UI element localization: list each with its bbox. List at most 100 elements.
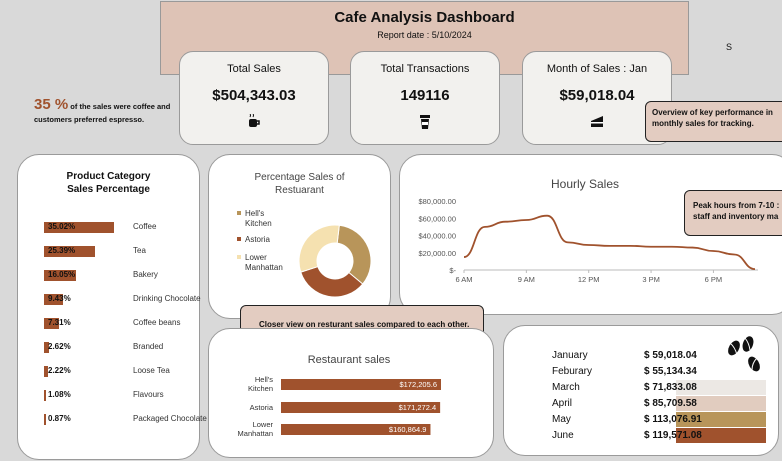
month-value: $ 55,134.34 [644,366,697,377]
category-percent: 7.31% [48,318,71,327]
category-row: 2.62% Branded [44,341,214,355]
category-label: Coffee [133,222,157,231]
restaurant-bar-chart: $172,205.6 Hell's Kitchen $171,272.4 Astoria… [238,375,441,438]
category-row: 0.87% Packaged Chocolate [44,413,214,427]
category-panel-title: Product Category Sales Percentage [66,171,151,195]
x-tick-label: 6 AM [455,275,472,284]
category-label: Loose Tea [133,366,170,375]
monthly-panel: January $ 59,018.04 Feburary $ 55,134.34 Mar… [503,325,779,456]
bean [748,356,760,372]
category-label: Drinking Chocolate [133,294,201,303]
donut-panel: Percentage Sales of Restuarant Hell's Ki… [208,154,391,319]
category-bar [44,390,47,401]
month-value: $ 113,076.91 [644,414,702,425]
overview-note-text: Overview of key performance in monthly s… [652,108,773,128]
donut-chart [298,224,372,298]
category-percent: 25.39% [48,246,76,255]
legend-label: Lower Manhattan [245,253,283,272]
category-row: 25.39% Tea [44,245,214,259]
donut-slice [336,224,372,285]
category-label: Bakery [133,270,158,279]
bean [742,336,754,352]
category-panel: Product Category Sales Percentage 35.02%… [17,154,207,460]
legend-label: Hell's Kitchen [245,209,272,228]
category-label: Hell's Kitchen [248,375,273,393]
kpi-label: Month of Sales : Jan [546,63,648,75]
kpi-label: Total Transactions [380,63,470,75]
category-percent: 2.62% [48,342,71,351]
month-value: $ 119,571.08 [644,430,702,441]
legend-label: Astoria [245,235,270,244]
category-row: 9.43% Drinking Chocolate [44,293,214,307]
category-percent: 9.43% [48,294,71,303]
donut-slice [298,224,340,273]
category-row: 7.31% Coffee beans [44,317,214,331]
month-value: $ 85,709.58 [644,398,697,409]
peak-hours-note-text: Peak hours from 7-10 : staff and invento… [693,201,780,221]
report-date: Report date : 5/10/2024 [377,30,472,40]
y-tick-label: $60,000.00 [418,214,456,223]
month-row: May $ 113,076.91 [548,412,766,427]
takeaway-cup-icon [351,114,499,130]
category-percent: 35.02% [48,222,76,231]
category-row: 1.08% Flavours [44,389,214,403]
insight-percent: 35 % [34,96,69,113]
category-row: 2.22% Loose Tea [44,365,214,379]
month-row: June $ 119,571.08 [548,428,766,443]
corner-letter: S [726,42,733,52]
month-name: May [552,414,571,425]
category-percent: 0.87% [48,414,71,423]
bar-value-label: $160,864.9 [389,425,427,434]
kpi-total-transactions: Total Transactions 149116 [350,51,500,145]
kpi-value: 149116 [400,87,450,104]
legend-swatch [237,211,241,215]
bar-value-label: $171,272.4 [399,403,437,412]
kpi-total-sales: Total Sales $504,343.03 [179,51,329,145]
month-row: April $ 85,709.58 [548,396,766,411]
kpi-label: Total Sales [227,63,281,75]
category-bar [44,414,46,425]
month-row: March $ 71,833.08 [548,380,766,395]
y-tick-label: $80,000.00 [418,197,456,206]
y-tick-label: $20,000.00 [418,249,456,258]
restaurant-panel: Restaurant sales $172,205.6 Hell's Kitchen… [208,328,494,458]
month-value: $ 71,833.08 [644,382,697,393]
legend-swatch [237,237,241,241]
legend-item-astoria: Astoria [237,235,289,245]
x-tick-label: 9 AM [518,275,535,284]
donut-legend: Hell's Kitchen Astoria Lower Manhattan [237,209,289,273]
overview-note: Overview of key performance in monthly s… [645,101,782,142]
category-row: 35.02% Coffee [44,221,214,235]
legend-item-hells-kitchen: Hell's Kitchen [237,209,289,229]
x-tick-label: 3 PM [642,275,660,284]
kpi-value: $504,343.03 [212,87,296,104]
month-value: $ 59,018.04 [644,350,697,361]
donut-title: Percentage Sales of Restuarant [254,172,345,196]
month-name: Feburary [552,366,593,377]
coffee-cup-icon [180,113,328,130]
category-percent: 1.08% [48,390,71,399]
month-name: March [552,382,580,393]
category-label: Branded [133,342,164,351]
y-tick-label: $40,000.00 [418,232,456,241]
peak-hours-note: Peak hours from 7-10 : staff and invento… [684,190,782,236]
legend-item-lower-manhattan: Lower Manhattan [237,253,289,273]
category-label: Coffee beans [133,318,181,327]
category-label: Astoria [250,403,274,412]
category-percent: 2.22% [48,366,71,375]
y-tick-label: $- [449,266,456,275]
category-percent: 16.05% [48,270,76,279]
month-name: April [552,398,573,409]
bean [728,340,740,356]
page-title: Cafe Analysis Dashboard [334,9,515,26]
x-tick-label: 6 PM [705,275,723,284]
month-name: January [552,350,588,361]
category-label: Tea [133,246,146,255]
category-label: Lower Manhattan [238,420,274,438]
bar-value-label: $172,205.6 [399,380,437,389]
x-tick-label: 12 PM [578,275,600,284]
legend-swatch [237,255,241,259]
insight-text: 35 % of the sales were coffee and custom… [34,96,174,126]
category-label: Flavours [133,390,164,399]
category-row: 16.05% Bakery [44,269,214,283]
